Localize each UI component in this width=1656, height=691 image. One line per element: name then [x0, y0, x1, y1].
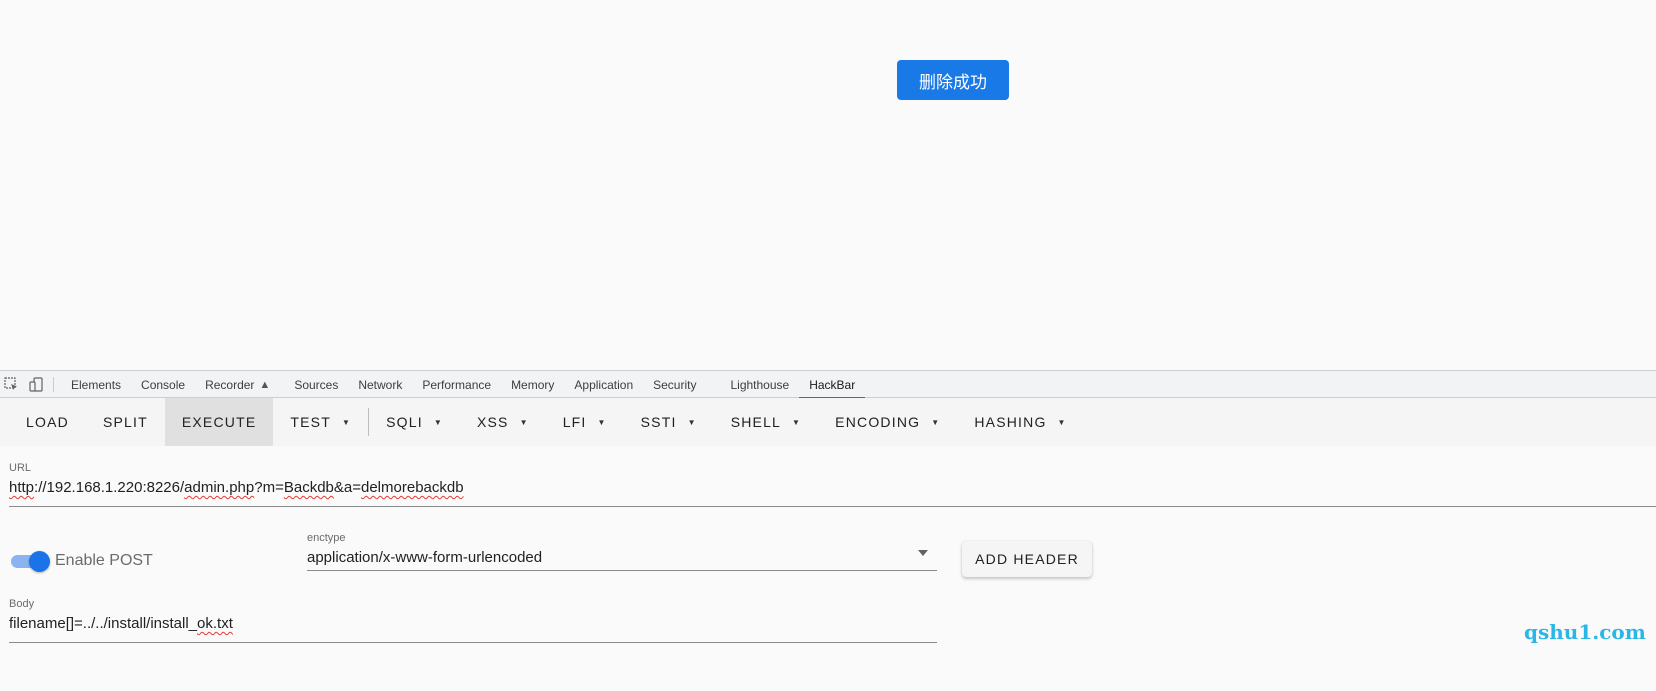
toggle-knob [29, 551, 50, 572]
caret-down-icon: ▼ [433, 417, 443, 427]
chevron-down-icon [918, 550, 928, 556]
tab-label: Recorder [205, 377, 255, 392]
devtools-separator [53, 376, 54, 392]
tab-hackbar[interactable]: HackBar [799, 371, 866, 399]
body-segment: ok.txt [197, 615, 233, 632]
caret-down-icon: ▼ [687, 417, 697, 427]
url-label: URL [9, 462, 32, 474]
button-label: EXECUTE [181, 414, 257, 430]
tab-memory[interactable]: Memory [501, 371, 564, 398]
tab-performance[interactable]: Performance [412, 371, 501, 398]
devtools-icon-group [0, 371, 61, 397]
button-label: SQLI [386, 414, 423, 430]
caret-down-icon: ▼ [931, 417, 941, 427]
enable-post-label: Enable POST [55, 552, 153, 569]
ssti-menu-button[interactable]: SSTI ▼ [624, 398, 714, 446]
browser-window: 删除成功 Elements Console Recorder ▲ Sources … [0, 0, 1656, 691]
watermark-text: qshu1.com [1524, 620, 1646, 644]
url-segment: delmorebackdb [361, 479, 464, 496]
test-menu-button[interactable]: TEST ▼ [273, 398, 368, 446]
body-segment: filename[]=../../install/install_ [9, 615, 198, 632]
caret-down-icon: ▼ [792, 417, 802, 427]
execute-button[interactable]: EXECUTE [164, 398, 274, 446]
device-toolbar-icon[interactable] [28, 376, 45, 393]
tab-label: Elements [71, 377, 122, 392]
tab-lighthouse[interactable]: Lighthouse [706, 371, 799, 398]
tab-label: Performance [422, 377, 492, 392]
button-label: SHELL [730, 414, 782, 430]
hackbar-form: URL http://192.168.1.220:8226/admin.php?… [0, 446, 1656, 691]
enable-post-toggle[interactable] [11, 550, 50, 572]
hackbar-toolbar: LOAD SPLIT EXECUTE TEST ▼ SQLI ▼ XSS ▼ LFI ▼… [0, 398, 1656, 446]
enctype-value: application/x-www-form-urlencoded [307, 549, 543, 566]
tab-label: Lighthouse [730, 377, 790, 392]
button-label: XSS [476, 414, 509, 430]
url-segment: admin.php [184, 479, 255, 496]
body-underline [9, 642, 937, 643]
tab-label: Network [358, 377, 403, 392]
add-header-button[interactable]: ADD HEADER [962, 541, 1092, 577]
url-segment: http [9, 479, 35, 496]
body-input[interactable]: filename[]=../../install/install_ok.txt [9, 615, 233, 632]
url-input[interactable]: http://192.168.1.220:8226/admin.php?m=Ba… [9, 479, 464, 496]
button-label: SPLIT [102, 414, 148, 430]
success-toast: 删除成功 [897, 60, 1009, 100]
url-segment: Backdb [283, 479, 334, 496]
button-label: LFI [562, 414, 587, 430]
hashing-menu-button[interactable]: HASHING ▼ [957, 398, 1083, 446]
xss-menu-button[interactable]: XSS ▼ [460, 398, 546, 446]
page-viewport: 删除成功 [0, 0, 1656, 370]
tab-sources[interactable]: Sources [280, 371, 348, 398]
tab-recorder[interactable]: Recorder ▲ [195, 371, 280, 398]
button-label: SSTI [640, 414, 677, 430]
button-label: LOAD [26, 414, 69, 430]
beaker-icon: ▲ [259, 378, 271, 391]
sqli-menu-button[interactable]: SQLI ▼ [369, 398, 460, 446]
tab-label: HackBar [809, 377, 856, 392]
inspect-element-icon[interactable] [3, 376, 20, 393]
button-label: TEST [290, 414, 331, 430]
tab-label: Console [141, 377, 186, 392]
body-label: Body [9, 598, 35, 610]
tab-label: Memory [511, 377, 555, 392]
tab-label: Application [574, 377, 634, 392]
tab-network[interactable]: Network [348, 371, 412, 398]
tab-label: Sources [294, 377, 339, 392]
caret-down-icon: ▼ [341, 417, 352, 427]
caret-down-icon: ▼ [597, 417, 607, 427]
url-underline [9, 506, 1656, 507]
split-button[interactable]: SPLIT [86, 398, 165, 446]
url-segment: ?m= [254, 479, 284, 496]
url-segment: &a= [333, 479, 361, 496]
enctype-underline [307, 570, 937, 571]
tab-application[interactable]: Application [564, 371, 643, 398]
url-segment: ://192.168.1.220:8226/ [34, 479, 185, 496]
shell-menu-button[interactable]: SHELL ▼ [714, 398, 818, 446]
enctype-select[interactable]: application/x-www-form-urlencoded [307, 534, 937, 574]
encoding-menu-button[interactable]: ENCODING ▼ [818, 398, 957, 446]
load-button[interactable]: LOAD [9, 398, 86, 446]
lfi-menu-button[interactable]: LFI ▼ [546, 398, 624, 446]
tab-elements[interactable]: Elements [61, 371, 131, 398]
tab-security[interactable]: Security [643, 371, 706, 398]
button-label: HASHING [974, 414, 1047, 430]
button-label: ENCODING [835, 414, 921, 430]
tab-label: Security [653, 377, 697, 392]
caret-down-icon: ▼ [1057, 417, 1067, 427]
devtools-tab-bar: Elements Console Recorder ▲ Sources Netwo… [0, 370, 1656, 399]
tab-console[interactable]: Console [131, 371, 195, 398]
caret-down-icon: ▼ [519, 417, 529, 427]
